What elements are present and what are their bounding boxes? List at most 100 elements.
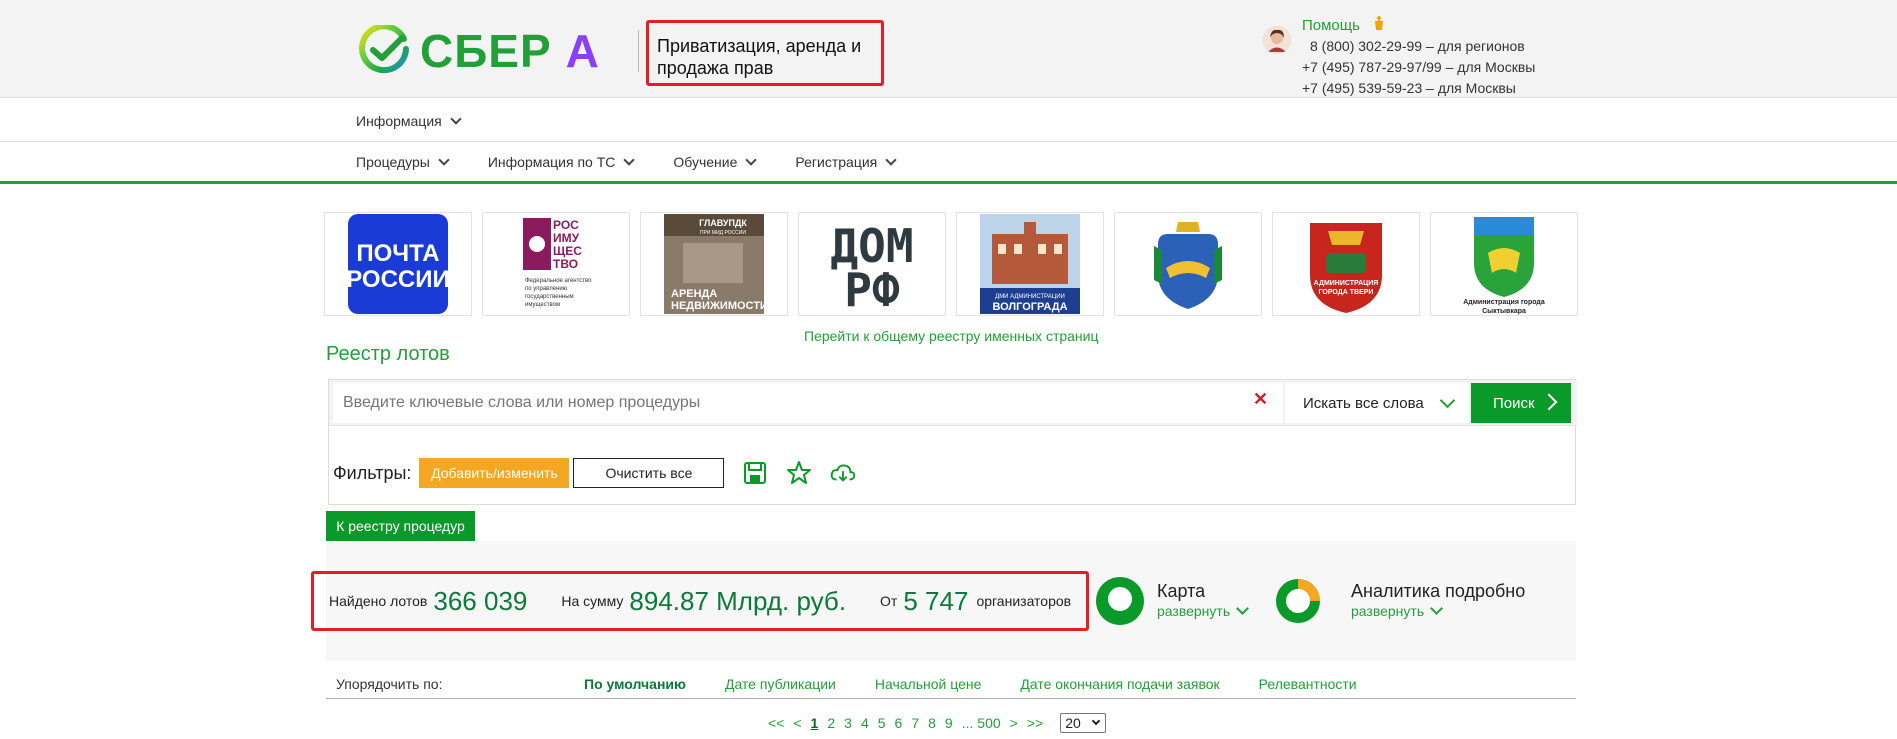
search-input[interactable] xyxy=(333,383,1283,423)
page-size-value[interactable]: 20 xyxy=(1065,715,1081,731)
support-avatar-icon[interactable] xyxy=(1263,26,1291,54)
rosim-caption-1: Федеральное агентство xyxy=(525,278,592,284)
partner-primorye[interactable] xyxy=(1114,212,1262,316)
page-link[interactable]: 2 xyxy=(827,715,835,731)
phone-list: 8 (800) 302-29-99 – для регионов +7 (495… xyxy=(1302,36,1535,99)
logo-letter: А xyxy=(565,25,600,77)
page-first[interactable]: << xyxy=(768,715,784,731)
rosim-line-4: ТВО xyxy=(553,257,578,271)
page-next[interactable]: > xyxy=(1010,715,1018,731)
page-prev[interactable]: < xyxy=(793,715,801,731)
tver-line-2: ГОРОДА ТВЕРИ xyxy=(1319,289,1374,296)
page-link[interactable]: 8 xyxy=(928,715,936,731)
page-link[interactable]: 6 xyxy=(895,715,903,731)
page-last-number[interactable]: ... 500 xyxy=(962,715,1001,731)
chevron-down-icon xyxy=(1439,392,1456,409)
page-link[interactable]: 9 xyxy=(945,715,953,731)
logo-divider xyxy=(638,30,639,72)
search-button[interactable]: Поиск xyxy=(1471,383,1571,423)
page-link[interactable]: 5 xyxy=(878,715,886,731)
search-bar: ✕ Искать все слова Поиск xyxy=(329,380,1577,426)
clear-search-icon[interactable]: ✕ xyxy=(1253,389,1268,410)
pochta-logo-icon: ПОЧТА РОССИИ xyxy=(347,214,449,314)
save-icon[interactable] xyxy=(742,460,768,486)
bucket-icon[interactable] xyxy=(1372,15,1386,35)
nav-ts-info[interactable]: Информация по ТС xyxy=(488,154,636,170)
chevron-down-icon xyxy=(745,154,758,166)
chevron-down-icon xyxy=(885,154,897,166)
nav-info[interactable]: Информация xyxy=(356,113,462,129)
partner-pochta[interactable]: ПОЧТА РОССИИ xyxy=(324,212,472,316)
rosim-caption-2: по управлению xyxy=(525,286,568,292)
search-mode-select[interactable]: Искать все слова xyxy=(1285,383,1469,423)
search-mode-value[interactable]: Искать все слова xyxy=(1303,395,1424,412)
sort-default[interactable]: По умолчанию xyxy=(584,676,686,692)
page-link[interactable]: 3 xyxy=(844,715,852,731)
nav-training-label[interactable]: Обучение xyxy=(673,154,737,170)
partner-volgograd[interactable]: ДМИ АДМИНИСТРАЦИИ ВОЛГОГРАДА xyxy=(956,212,1104,316)
partner-domrf[interactable]: ДОМ РФ xyxy=(798,212,946,316)
nav-registration[interactable]: Регистрация xyxy=(795,154,897,170)
search-button-label[interactable]: Поиск xyxy=(1493,395,1535,412)
main-nav: Процедуры Информация по ТС Обучение Реги… xyxy=(0,143,1897,184)
page-last[interactable]: >> xyxy=(1027,715,1043,731)
sort-deadline[interactable]: Дате окончания подачи заявок xyxy=(1020,676,1219,692)
procedures-registry-button[interactable]: К реестру процедур xyxy=(326,511,475,541)
nav-procedures[interactable]: Процедуры xyxy=(356,154,450,170)
page-current[interactable]: 1 xyxy=(811,715,819,731)
glavupdk-caption-2: НЕДВИЖИМОСТИ xyxy=(671,300,765,312)
volgograd-logo-icon: ДМИ АДМИНИСТРАЦИИ ВОЛГОГРАДА xyxy=(980,214,1080,314)
analytics-expand-label[interactable]: развернуть xyxy=(1351,603,1424,619)
top-bar: СБЕР А Приватизация, аренда и продажа пра… xyxy=(0,0,1897,98)
analytics-expand-link[interactable]: развернуть xyxy=(1351,602,1443,619)
sort-start-price[interactable]: Начальной цене xyxy=(875,676,982,692)
glavupdk-line-2: ПРИ МИД РОССИИ xyxy=(700,230,746,236)
syktyvkar-line-2: Сыктывкара xyxy=(1482,308,1526,315)
rosim-line-3: ЩЕС xyxy=(553,244,582,258)
map-expand-link[interactable]: развернуть xyxy=(1157,602,1249,619)
phone-regions: 8 (800) 302-29-99 – для регионов xyxy=(1310,38,1525,54)
chevron-down-icon xyxy=(438,154,450,166)
partner-rosimushchestvo[interactable]: РОС ИМУ ЩЕС ТВО Федеральное агентство по… xyxy=(482,212,630,316)
nav-procedures-label[interactable]: Процедуры xyxy=(356,154,430,170)
star-icon[interactable] xyxy=(786,460,812,486)
partner-tver[interactable]: АДМИНИСТРАЦИЯ ГОРОДА ТВЕРИ xyxy=(1272,212,1420,316)
rosim-logo-icon: РОС ИМУ ЩЕС ТВО Федеральное агентство по… xyxy=(523,218,592,308)
sber-logo[interactable]: СБЕР А xyxy=(358,24,600,78)
phone-moscow-1: +7 (495) 787-29-97/99 – для Москвы xyxy=(1302,59,1536,75)
sort-publication-date[interactable]: Дате публикации xyxy=(725,676,836,692)
page-link[interactable]: 7 xyxy=(911,715,919,731)
nav-ts-info-label[interactable]: Информация по ТС xyxy=(488,154,616,170)
chevron-right-icon xyxy=(1540,393,1558,411)
nav-training[interactable]: Обучение xyxy=(673,154,758,170)
syktyvkar-line-1: Администрация города xyxy=(1463,299,1545,306)
organizers-label: От xyxy=(880,593,898,609)
sum-label: На сумму xyxy=(561,593,624,609)
partner-syktyvkar[interactable]: Администрация города Сыктывкара xyxy=(1430,212,1578,316)
organizers-value: 5 747 xyxy=(903,585,969,616)
glavupdk-logo-icon: ГЛАВУПДК ПРИ МИД РОССИИ АРЕНДА НЕДВИЖИМО… xyxy=(664,214,765,314)
named-pages-registry-link[interactable]: Перейти к общему реестру именных страниц xyxy=(804,328,1099,344)
add-filter-button[interactable]: Добавить/изменить xyxy=(419,458,570,488)
pie-chart-icon[interactable] xyxy=(1274,577,1322,625)
map-expand-label[interactable]: развернуть xyxy=(1157,603,1230,619)
rosim-caption-3: государственным xyxy=(525,294,574,300)
chevron-down-icon xyxy=(1430,602,1443,615)
domrf-line-2: РФ xyxy=(844,263,900,312)
partner-glavupdk[interactable]: ГЛАВУПДК ПРИ МИД РОССИИ АРЕНДА НЕДВИЖИМО… xyxy=(640,212,788,316)
help-link[interactable]: Помощь xyxy=(1302,15,1386,35)
map-pin-icon[interactable] xyxy=(1096,577,1144,625)
nav-registration-label[interactable]: Регистрация xyxy=(795,154,877,170)
page-link[interactable]: 4 xyxy=(861,715,869,731)
found-lots-label: Найдено лотов xyxy=(329,593,428,609)
primorye-coat-of-arms-icon xyxy=(1154,222,1222,309)
partner-logos: ПОЧТА РОССИИ РОС ИМУ ЩЕС ТВО Федеральное… xyxy=(324,212,1588,316)
page-size-select[interactable]: 20 xyxy=(1060,713,1107,733)
sort-relevance[interactable]: Релевантности xyxy=(1259,676,1357,692)
nav-info-label[interactable]: Информация xyxy=(356,113,442,129)
logo-text: СБЕР xyxy=(420,25,552,77)
page-title: Реестр лотов xyxy=(326,343,450,365)
help-label[interactable]: Помощь xyxy=(1302,17,1360,34)
clear-filters-button[interactable]: Очистить все xyxy=(573,458,725,488)
cloud-download-icon[interactable] xyxy=(830,460,856,486)
